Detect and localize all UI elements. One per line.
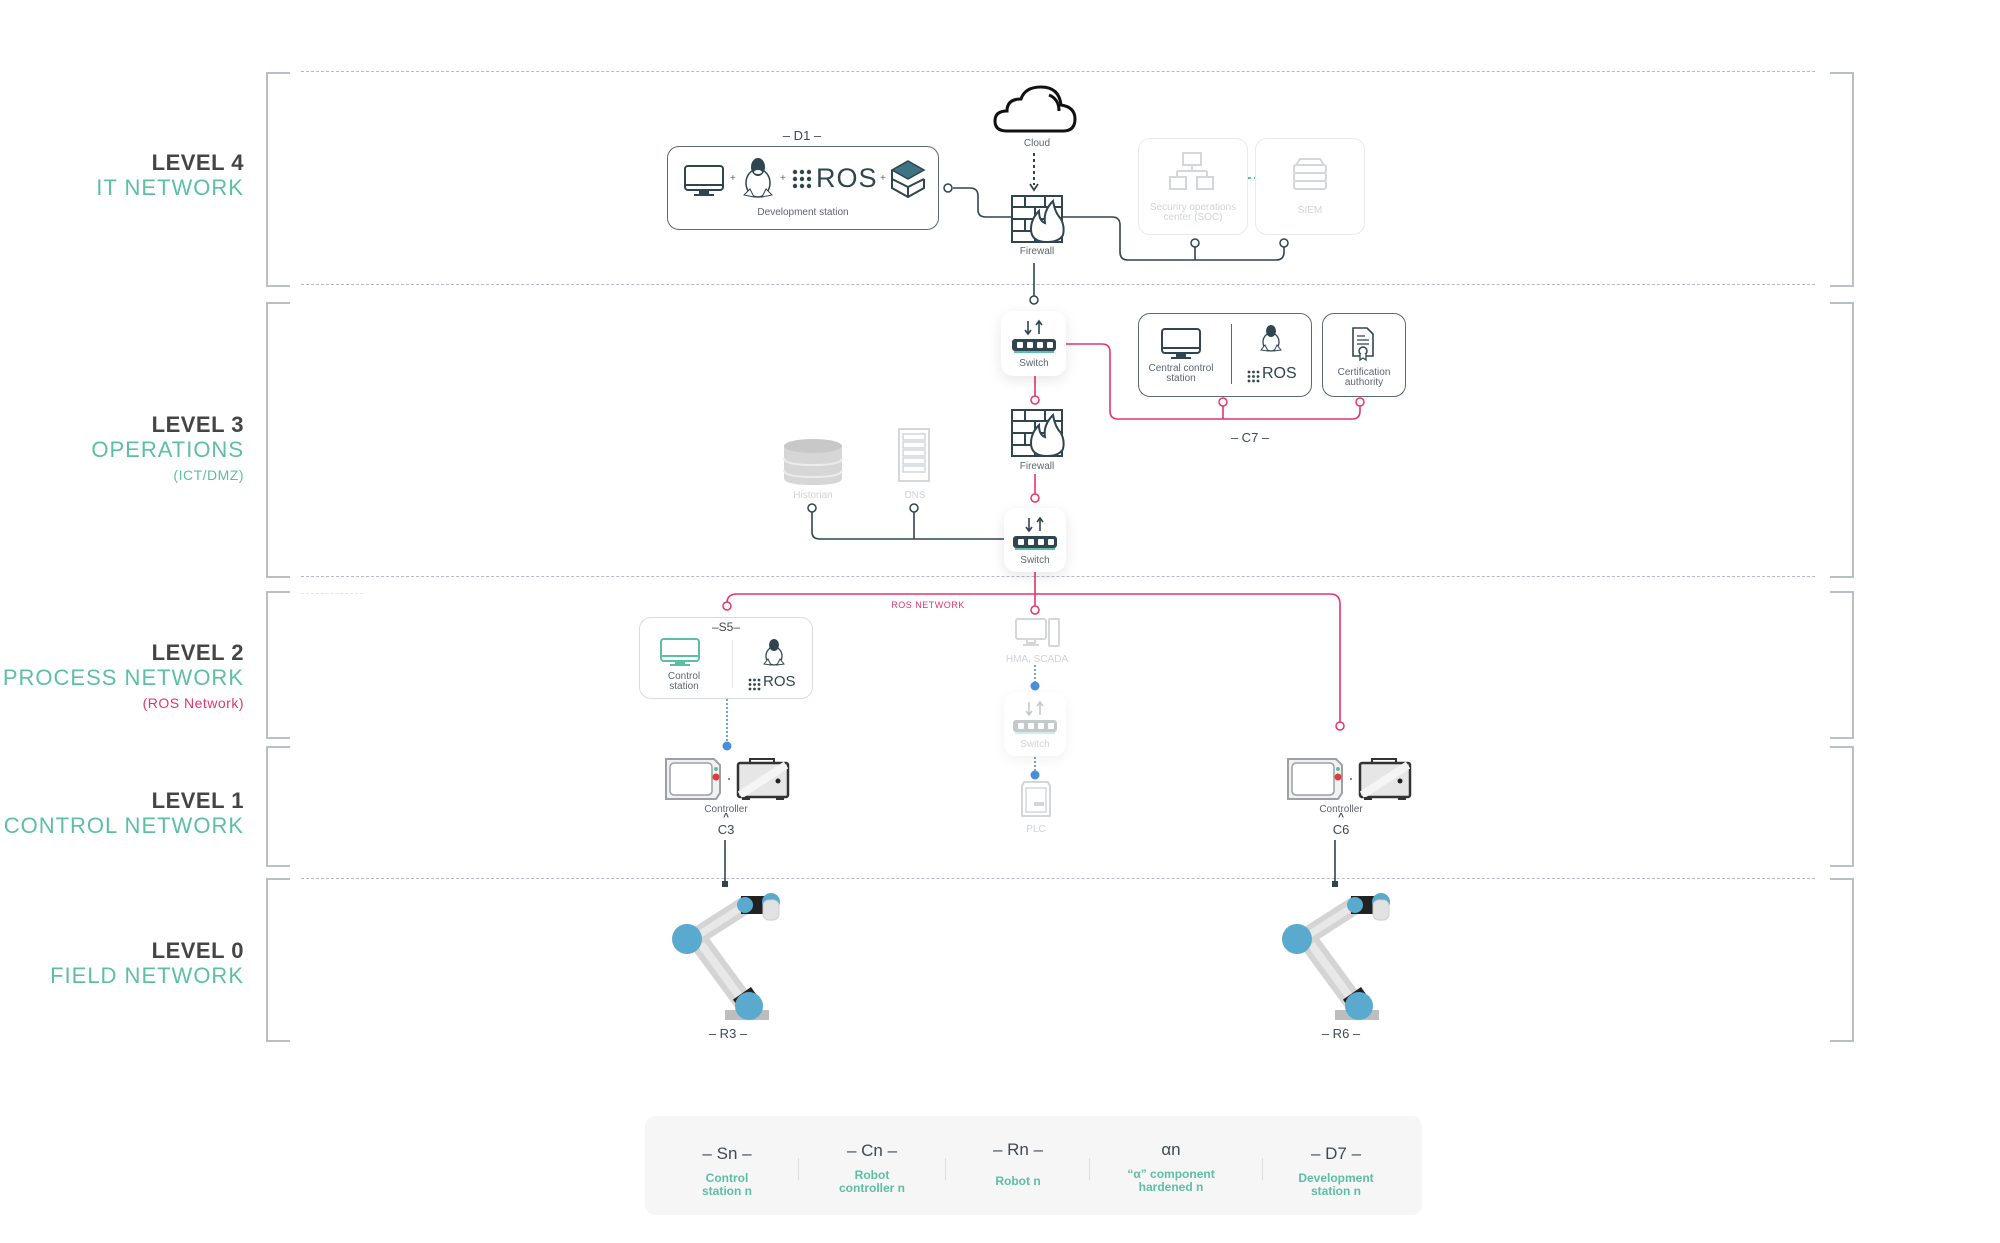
- ros-dots-icon: [1247, 370, 1260, 383]
- monitor-icon: [660, 638, 700, 666]
- port-historian: [807, 503, 817, 513]
- package-box-icon: [890, 160, 926, 199]
- ros-network-label: ROS NETWORK: [891, 600, 965, 610]
- central-divider: [1231, 324, 1232, 384]
- port-firewall2: [1030, 395, 1040, 405]
- ros-wordmark: ROS: [1262, 365, 1297, 382]
- monitor-icon: [1161, 328, 1201, 359]
- port-cert: [1355, 397, 1365, 407]
- legend-item-robot-controller: – Cn – Robot controller n: [838, 1141, 906, 1195]
- controller-c6-icon[interactable]: [1286, 757, 1414, 801]
- link-historian-dns-switch: [811, 512, 1006, 540]
- c6-tag: C6: [1332, 822, 1350, 837]
- port-switch-top: [1029, 295, 1039, 305]
- historian-label: Historian: [793, 490, 833, 501]
- soc-box[interactable]: Securiry operations center (SOC): [1138, 138, 1248, 235]
- control-station-label: Control station: [667, 671, 701, 692]
- linux-tux-icon: [763, 639, 785, 666]
- cloud-icon[interactable]: [993, 85, 1077, 135]
- port-central: [1218, 397, 1228, 407]
- connections: [722, 153, 1365, 887]
- cert-authority-box[interactable]: Certification authority: [1322, 313, 1406, 397]
- legend-divider: [945, 1158, 946, 1180]
- switch-ops-top[interactable]: Switch: [1001, 311, 1066, 376]
- r6-tag: – R6 –: [1321, 1026, 1361, 1041]
- s5-tag: –S5–: [711, 620, 741, 634]
- c3-tag: C3: [717, 822, 735, 837]
- controller-c3-icon[interactable]: [664, 757, 792, 801]
- dev-station-label: Development station: [757, 207, 849, 218]
- server-stack-icon: [1293, 158, 1327, 190]
- ros-dots-icon: [748, 678, 761, 691]
- firewall-it-label: Firewall: [1019, 246, 1055, 257]
- robot-arm-r6-icon[interactable]: [1275, 886, 1405, 1024]
- legend-divider: [1262, 1158, 1263, 1180]
- ros-wordmark: ROS: [763, 673, 796, 690]
- soc-label: Securiry operations center (SOC): [1149, 202, 1237, 223]
- port-soc: [1190, 238, 1200, 248]
- port-dev: [943, 183, 953, 193]
- linux-tux-icon: [1260, 325, 1282, 352]
- r3-tag: – R3 –: [708, 1026, 748, 1041]
- c3-hat-mark: ^: [723, 812, 729, 823]
- central-control-box[interactable]: Central control station ROS: [1138, 313, 1312, 397]
- dev-station-tag: – D1 –: [782, 128, 822, 143]
- switch-ops-top-label: Switch: [1019, 358, 1049, 369]
- control-station-divider: [732, 640, 733, 688]
- certificate-icon: [1352, 327, 1374, 362]
- dns-label: DNS: [904, 490, 926, 501]
- central-control-label: Central control station: [1148, 363, 1214, 384]
- dev-station-box[interactable]: + + ROS + Development station: [667, 146, 939, 230]
- ros-wordmark: ROS: [816, 163, 878, 193]
- port-c6: [1335, 721, 1345, 731]
- firewall-icon[interactable]: [1011, 195, 1065, 244]
- switch-icon: [1013, 516, 1057, 550]
- siem-box[interactable]: SIEM: [1255, 138, 1365, 235]
- port-dns: [909, 503, 919, 513]
- monitor-icon: [684, 165, 724, 196]
- port-switch2: [1030, 493, 1040, 503]
- network-computers-icon: [1169, 152, 1214, 190]
- legend-panel: – Sn – Control station n – Cn – Robot co…: [645, 1116, 1422, 1215]
- plc-cabinet-icon[interactable]: [1020, 780, 1052, 820]
- legend-item-development-station: – D7 – Development station n: [1298, 1144, 1374, 1198]
- dot-c3: [722, 741, 732, 751]
- dot-switch3: [1030, 681, 1040, 691]
- legend-divider: [1089, 1158, 1090, 1180]
- port-s5: [722, 601, 732, 611]
- database-icon[interactable]: [782, 438, 844, 486]
- hma-scada-label: HMA, SCADA: [1005, 654, 1069, 665]
- cloud-label: Cloud: [1023, 138, 1051, 149]
- dot-plc: [1030, 770, 1040, 780]
- control-station-box[interactable]: –S5– Control station ROS: [639, 617, 813, 699]
- c6-hat-mark: ^: [1338, 812, 1344, 823]
- legend-item-hardened-component: αn “α” component hardened n: [1127, 1140, 1215, 1194]
- port-siem: [1279, 238, 1289, 248]
- plc-label: PLC: [1026, 824, 1046, 835]
- legend-item-control-station: – Sn – Control station n: [702, 1144, 752, 1198]
- ros-dots-icon: [792, 169, 812, 189]
- firewall-ops-label: Firewall: [1019, 461, 1055, 472]
- server-rack-icon[interactable]: [898, 428, 930, 484]
- port-hma: [1030, 605, 1040, 615]
- switch-icon: [1012, 319, 1056, 353]
- legend-item-robot: – Rn – Robot n: [992, 1140, 1044, 1188]
- robot-arm-r3-icon[interactable]: [665, 886, 795, 1024]
- legend-divider: [798, 1158, 799, 1180]
- link-dev-to-firewall: [953, 187, 1016, 218]
- cert-authority-label: Certification authority: [1337, 367, 1391, 388]
- linux-tux-icon: [742, 158, 774, 198]
- firewall-icon[interactable]: [1011, 409, 1065, 458]
- switch-icon: [1013, 700, 1057, 734]
- desktop-computer-icon[interactable]: [1015, 618, 1061, 648]
- switch-process-label: Switch: [1020, 739, 1050, 750]
- siem-label: SIEM: [1297, 205, 1323, 216]
- switch-ops-bottom-label: Switch: [1020, 555, 1050, 566]
- switch-process[interactable]: Switch: [1004, 692, 1066, 756]
- c7-tag: – C7 –: [1230, 430, 1270, 445]
- switch-ops-bottom[interactable]: Switch: [1004, 508, 1066, 572]
